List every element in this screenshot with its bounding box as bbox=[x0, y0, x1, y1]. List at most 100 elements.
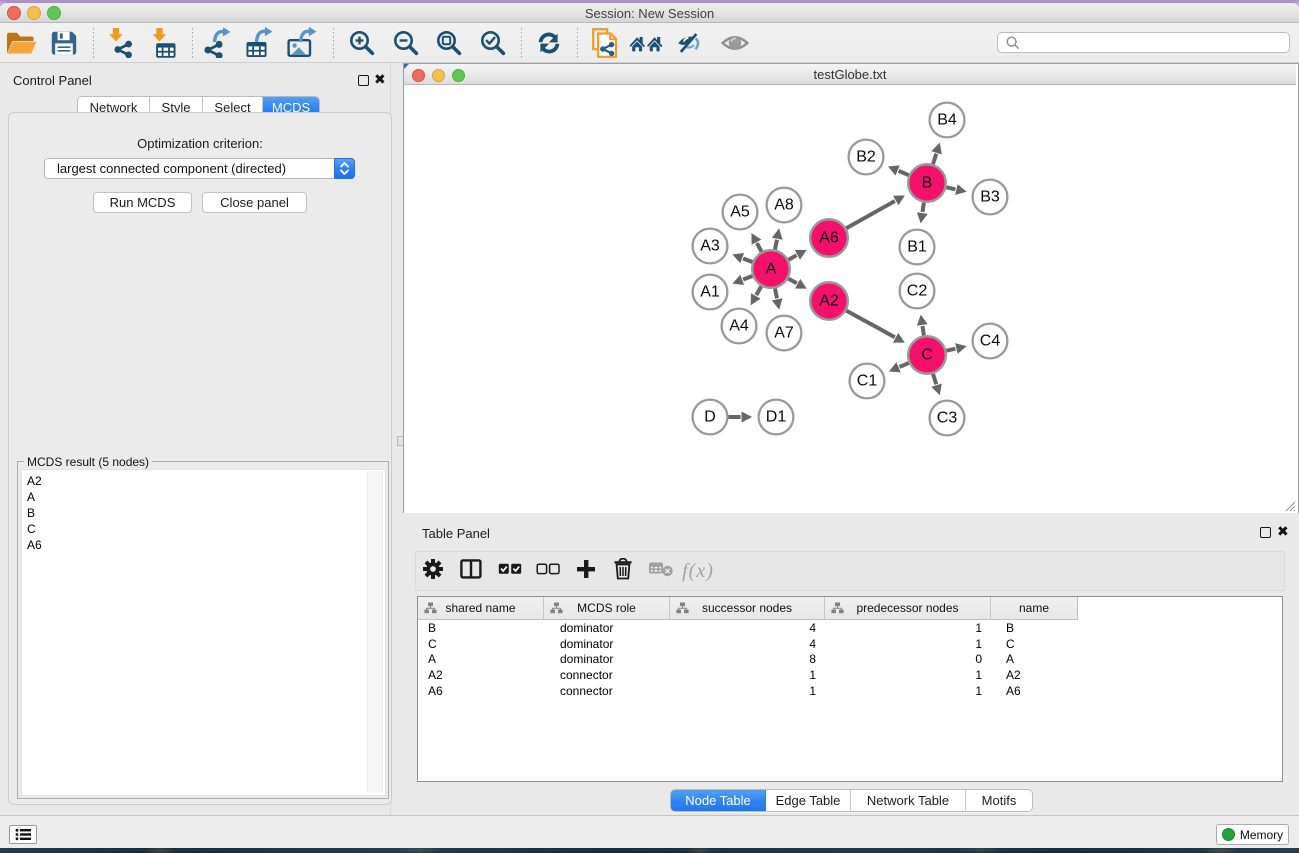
memory-button[interactable]: Memory bbox=[1216, 824, 1289, 845]
refresh-button[interactable] bbox=[530, 26, 568, 59]
network-canvas[interactable]: B4 B2 B B3 A8 A5 A6 B1 A3 A A1 C2 A2 bbox=[404, 85, 1296, 512]
graph-node-A8[interactable]: A8 bbox=[767, 188, 802, 223]
export-network-button[interactable] bbox=[200, 26, 238, 59]
graph-node-C2[interactable]: C2 bbox=[900, 274, 935, 309]
table-row[interactable]: A2connector11A2 bbox=[418, 667, 1282, 683]
graph-edge-B-B3[interactable] bbox=[946, 184, 966, 195]
table-panel-close-icon[interactable]: ✖ bbox=[1277, 523, 1289, 540]
import-table-button[interactable] bbox=[145, 26, 183, 59]
graph-node-A7[interactable]: A7 bbox=[767, 316, 802, 351]
zoom-fit-button[interactable] bbox=[430, 26, 468, 59]
graph-node-B3[interactable]: B3 bbox=[973, 180, 1008, 215]
table-panel-float-icon[interactable] bbox=[1260, 527, 1271, 538]
zoom-in-button[interactable] bbox=[343, 26, 381, 59]
close-panel-button[interactable]: Close panel bbox=[202, 192, 307, 213]
tab-motifs[interactable]: Motifs bbox=[966, 790, 1032, 811]
graph-node-C[interactable]: C bbox=[908, 336, 946, 374]
graph-edge-D-D1[interactable] bbox=[728, 412, 752, 423]
window-resize-grip[interactable] bbox=[1284, 500, 1296, 512]
home-layout-button[interactable] bbox=[628, 26, 666, 59]
table-row[interactable]: Adominator80A bbox=[418, 651, 1282, 667]
graph-node-A4[interactable]: A4 bbox=[722, 309, 757, 344]
graph-node-A2[interactable]: A2 bbox=[810, 282, 848, 320]
graph-node-A3[interactable]: A3 bbox=[693, 229, 728, 264]
graph-node-D[interactable]: D bbox=[693, 400, 728, 435]
table-row[interactable]: A6connector11A6 bbox=[418, 683, 1282, 699]
graph-edge-A-A3[interactable] bbox=[732, 253, 752, 263]
export-image-button[interactable] bbox=[283, 26, 321, 59]
save-session-button[interactable] bbox=[45, 26, 83, 59]
window-titlebar[interactable]: Session: New Session bbox=[0, 3, 1299, 23]
column-header-MCDS-role[interactable]: MCDS role bbox=[544, 597, 670, 619]
close-panel-icon[interactable]: ✖ bbox=[374, 71, 386, 88]
mcds-result-item[interactable]: A bbox=[22, 489, 385, 505]
export-table-button[interactable] bbox=[241, 26, 279, 59]
zoom-selected-button[interactable] bbox=[474, 26, 512, 59]
mcds-result-item[interactable]: A6 bbox=[22, 537, 385, 553]
graph-node-B1[interactable]: B1 bbox=[900, 230, 935, 265]
import-network-button[interactable] bbox=[101, 26, 139, 59]
open-session-folder-icon bbox=[5, 29, 37, 57]
mcds-result-list[interactable]: A2ABCA6 bbox=[21, 469, 386, 796]
graph-edge-A-A4[interactable] bbox=[751, 286, 762, 305]
graph-edge-A2-C[interactable] bbox=[846, 311, 905, 343]
graph-node-A[interactable]: A bbox=[752, 250, 790, 288]
mcds-result-item[interactable]: A2 bbox=[22, 473, 385, 489]
graph-node-C3[interactable]: C3 bbox=[930, 401, 965, 436]
graph-edge-A-A7[interactable] bbox=[772, 288, 783, 309]
graph-node-B4[interactable]: B4 bbox=[930, 103, 965, 138]
table-row[interactable]: Cdominator41C bbox=[418, 636, 1282, 652]
result-list-scrollbar[interactable] bbox=[367, 471, 383, 793]
search-input[interactable] bbox=[997, 32, 1290, 53]
graph-edge-B-B2[interactable] bbox=[888, 165, 909, 175]
graph-edge-A-A6[interactable] bbox=[789, 250, 807, 260]
column-header-successor-nodes[interactable]: successor nodes bbox=[670, 597, 825, 619]
graph-node-A1[interactable]: A1 bbox=[693, 275, 728, 310]
column-header-predecessor-nodes[interactable]: predecessor nodes bbox=[825, 597, 991, 619]
mcds-result-item[interactable]: B bbox=[22, 505, 385, 521]
hide-glasses-button[interactable] bbox=[671, 26, 709, 59]
graph-node-A5[interactable]: A5 bbox=[723, 195, 758, 230]
table-row[interactable]: Bdominator41B bbox=[418, 620, 1282, 636]
graph-node-D1[interactable]: D1 bbox=[759, 400, 794, 435]
graph-edge-B-B4[interactable] bbox=[931, 143, 942, 164]
run-mcds-button[interactable]: Run MCDS bbox=[93, 192, 192, 213]
task-history-button[interactable] bbox=[9, 825, 37, 844]
duplicate-session-button[interactable] bbox=[586, 26, 624, 59]
optimization-criterion-select[interactable]: largest connected component (directed) bbox=[44, 158, 355, 179]
graph-edge-A-A5[interactable] bbox=[751, 233, 761, 252]
graph-edge-C-C3[interactable] bbox=[931, 374, 942, 395]
select-all-columns-button[interactable] bbox=[493, 555, 527, 587]
graph-node-B[interactable]: B bbox=[908, 164, 946, 202]
graph-edge-C-C1[interactable] bbox=[889, 362, 909, 372]
show-eye-button[interactable] bbox=[716, 26, 754, 59]
icon-graphic bbox=[149, 27, 179, 58]
column-header-shared-name[interactable]: shared name bbox=[418, 597, 544, 619]
add-column-button[interactable] bbox=[569, 555, 603, 587]
mcds-result-item[interactable]: C bbox=[22, 521, 385, 537]
graph-edge-A-A2[interactable] bbox=[788, 279, 807, 289]
tab-network-table[interactable]: Network Table bbox=[851, 790, 966, 811]
network-window-titlebar[interactable]: testGlobe.txt bbox=[404, 64, 1296, 85]
graph-node-A6[interactable]: A6 bbox=[810, 219, 848, 257]
table-settings-gear-button[interactable] bbox=[416, 555, 450, 587]
column-header-name[interactable]: name bbox=[991, 597, 1077, 619]
zoom-out-button[interactable] bbox=[387, 26, 425, 59]
graph-edge-A-A8[interactable] bbox=[772, 228, 783, 249]
tab-node-table[interactable]: Node Table bbox=[671, 790, 766, 811]
graph-node-B2[interactable]: B2 bbox=[849, 140, 884, 175]
tab-edge-table[interactable]: Edge Table bbox=[766, 790, 851, 811]
graph-node-C1[interactable]: C1 bbox=[850, 364, 885, 399]
open-session-folder-button[interactable] bbox=[2, 26, 40, 59]
split-panel-button[interactable] bbox=[454, 555, 488, 587]
split-panel-icon bbox=[460, 559, 482, 584]
float-panel-icon[interactable] bbox=[358, 75, 369, 86]
graph-edge-B-B1[interactable] bbox=[917, 203, 928, 224]
graph-node-C4[interactable]: C4 bbox=[973, 324, 1008, 359]
graph-edge-A6-B[interactable] bbox=[846, 195, 905, 228]
delete-columns-button[interactable] bbox=[606, 555, 640, 587]
graph-edge-C-C2[interactable] bbox=[917, 315, 928, 336]
graph-edge-A-A1[interactable] bbox=[732, 275, 752, 285]
unselect-all-columns-button[interactable] bbox=[531, 555, 565, 587]
graph-edge-C-C4[interactable] bbox=[946, 343, 966, 354]
